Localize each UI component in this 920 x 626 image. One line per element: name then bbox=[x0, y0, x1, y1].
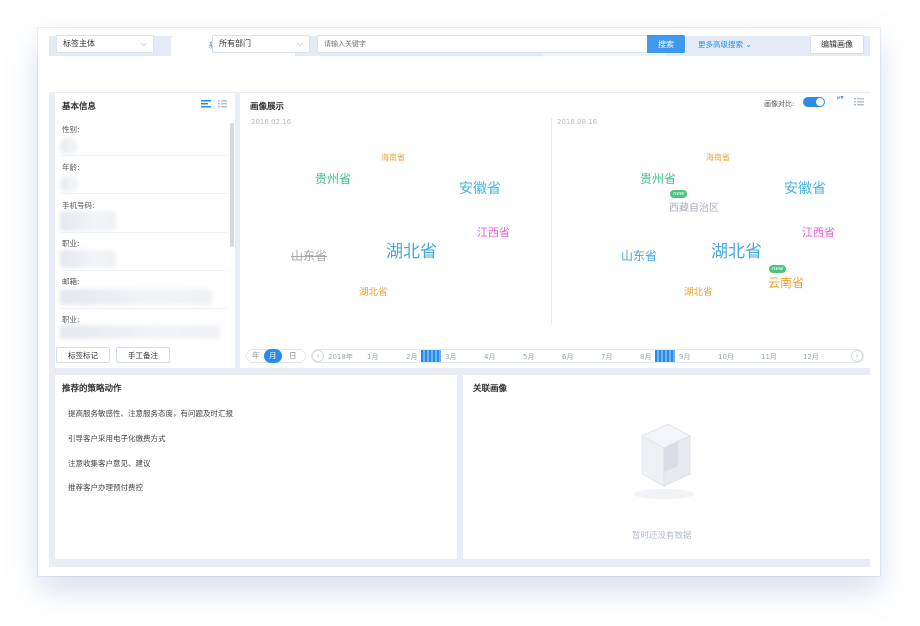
field-job2-label: 职业: bbox=[62, 315, 80, 324]
redacted-value bbox=[60, 250, 116, 268]
word-tag[interactable]: 海南省 bbox=[381, 152, 405, 163]
word-tag[interactable]: 安徽省 bbox=[459, 178, 501, 198]
word-tag[interactable]: 湖北省 bbox=[386, 237, 437, 262]
subject-select-value: 标签主体 bbox=[63, 39, 95, 48]
timeline-label[interactable]: 2018年 bbox=[328, 352, 353, 362]
recommend-item: 提高服务敏感性、注意服务态度，有问题及时汇报 bbox=[68, 409, 233, 418]
portrait-title: 画像展示 bbox=[250, 102, 285, 112]
granularity-month[interactable]: 月 bbox=[264, 349, 282, 363]
divider bbox=[61, 232, 227, 233]
redacted-value bbox=[60, 325, 220, 339]
field-job-label: 职业: bbox=[62, 239, 80, 248]
right-date: 2018.08.16 bbox=[557, 118, 598, 126]
compare-toggle[interactable] bbox=[803, 97, 825, 107]
advanced-search-link[interactable]: 更多高级搜索 ⌄ bbox=[698, 39, 752, 50]
word-tag[interactable]: 贵州省 bbox=[640, 170, 676, 187]
timeline-label[interactable]: 12月 bbox=[803, 352, 819, 362]
word-tag[interactable]: 云南省 bbox=[768, 274, 804, 291]
field-age-label: 年龄: bbox=[62, 163, 80, 172]
granularity-day[interactable]: 日 bbox=[289, 349, 297, 363]
chevron-down-icon: ⌵ bbox=[140, 39, 147, 48]
word-tag[interactable]: 西藏自治区 bbox=[669, 199, 719, 214]
word-cloud-icon[interactable]: ᵖᴮ bbox=[837, 96, 844, 103]
compare-divider bbox=[551, 118, 552, 324]
timeline-label[interactable]: 4月 bbox=[484, 352, 495, 362]
word-tag[interactable]: 安徽省 bbox=[784, 178, 826, 198]
timeline-label[interactable]: 1月 bbox=[367, 352, 378, 362]
timeline-label[interactable]: 5月 bbox=[523, 352, 534, 362]
timeline-marker-left[interactable] bbox=[421, 350, 441, 362]
timeline-label[interactable]: 7月 bbox=[601, 352, 612, 362]
basic-info-panel: 基本信息 性别: 年龄: 手机号码: 职业: 邮箱: 职业: 标签标记 手工备注 bbox=[55, 93, 235, 368]
info-scrollbar[interactable] bbox=[230, 123, 234, 247]
timeline-prev-icon[interactable]: ‹ bbox=[312, 350, 324, 362]
word-tag[interactable]: 海南省 bbox=[706, 152, 730, 163]
word-tag-removed[interactable]: 山东省 bbox=[291, 247, 327, 264]
department-select-value: 所有部门 bbox=[219, 39, 251, 48]
redacted-value bbox=[60, 137, 78, 155]
field-phone-label: 手机号码: bbox=[62, 201, 95, 210]
redacted-value bbox=[60, 211, 116, 231]
divider bbox=[61, 155, 227, 156]
granularity-year[interactable]: 年 bbox=[252, 349, 260, 363]
redacted-value bbox=[60, 289, 212, 305]
related-title: 关联画像 bbox=[473, 384, 508, 394]
subject-select[interactable]: 标签主体 ⌵ bbox=[56, 35, 154, 53]
timeline-next-icon[interactable]: › bbox=[851, 350, 863, 362]
edit-portrait-button[interactable]: 编辑画像 bbox=[810, 35, 864, 54]
word-tag[interactable]: 山东省 bbox=[621, 247, 657, 264]
divider bbox=[61, 270, 227, 271]
word-tag[interactable]: 湖北省 bbox=[711, 237, 762, 262]
tag-mark-button[interactable]: 标签标记 bbox=[56, 347, 110, 363]
new-badge: new bbox=[670, 190, 688, 198]
word-tag[interactable]: 湖北省 bbox=[359, 284, 388, 298]
timeline-label[interactable]: 11月 bbox=[761, 352, 777, 362]
word-tag[interactable]: 贵州省 bbox=[315, 170, 351, 187]
divider bbox=[61, 308, 227, 309]
detail-view-icon[interactable] bbox=[218, 100, 227, 108]
list-icon[interactable] bbox=[854, 98, 864, 106]
recommend-item: 推荐客户办理预付费控 bbox=[68, 483, 143, 492]
manual-note-button[interactable]: 手工备注 bbox=[116, 347, 170, 363]
timeline-label[interactable]: 3月 bbox=[445, 352, 456, 362]
timeline-label[interactable]: 8月 bbox=[640, 352, 651, 362]
divider bbox=[61, 193, 227, 194]
timeline-label[interactable]: 10月 bbox=[718, 352, 734, 362]
portrait-panel: 画像展示 bbox=[240, 93, 870, 368]
timeline-marker-right[interactable] bbox=[655, 350, 675, 362]
department-select[interactable]: 所有部门 ⌵ bbox=[212, 35, 310, 53]
recommend-item: 注意收集客户意见、建议 bbox=[68, 459, 151, 468]
timeline-label[interactable]: 6月 bbox=[562, 352, 573, 362]
compare-label: 画像对比: bbox=[764, 100, 795, 108]
new-badge: new bbox=[769, 265, 787, 273]
left-date: 2018.02.16 bbox=[251, 118, 292, 126]
field-email-label: 邮箱: bbox=[62, 277, 80, 286]
redacted-value bbox=[60, 175, 78, 193]
empty-box-icon bbox=[634, 423, 694, 499]
filter-bar bbox=[49, 56, 870, 92]
empty-state-text: 暂时还没有数据 bbox=[632, 531, 692, 541]
timeline-label[interactable]: 2月 bbox=[406, 352, 417, 362]
basic-info-title: 基本信息 bbox=[62, 102, 97, 112]
recommend-item: 引导客户采用电子化缴费方式 bbox=[68, 434, 166, 443]
search-button[interactable]: 搜索 bbox=[647, 35, 685, 53]
recommend-title: 推荐的策略动作 bbox=[62, 384, 122, 394]
chevron-down-icon: ⌵ bbox=[296, 39, 303, 48]
word-tag[interactable]: 湖北省 bbox=[684, 284, 713, 298]
timeline-label[interactable]: 9月 bbox=[679, 352, 690, 362]
search-input[interactable] bbox=[317, 35, 647, 53]
timeline-track[interactable] bbox=[311, 349, 864, 363]
word-tag[interactable]: 江西省 bbox=[802, 224, 835, 240]
list-view-icon[interactable] bbox=[201, 100, 211, 108]
word-tag[interactable]: 江西省 bbox=[477, 224, 510, 240]
field-gender-label: 性别: bbox=[62, 125, 80, 134]
